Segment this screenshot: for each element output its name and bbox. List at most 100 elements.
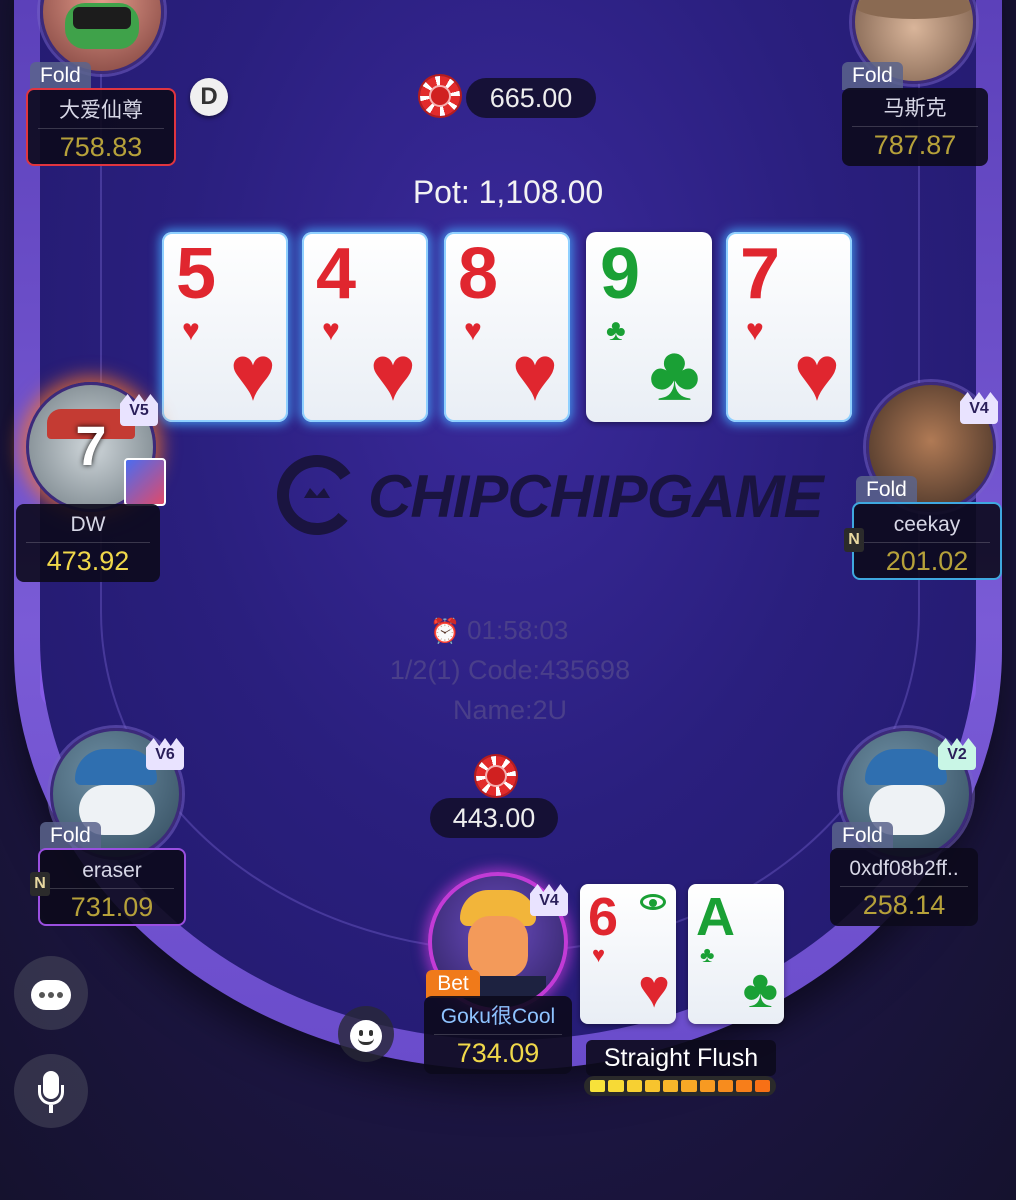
brand-watermark: CHIPCHIPGAME	[272, 450, 824, 540]
board-card-1: 5 ♥ ♥	[162, 232, 288, 422]
chat-button[interactable]	[14, 956, 88, 1030]
timer-text: 01:58:03	[467, 615, 569, 645]
card-rank: 8	[458, 234, 499, 314]
player-box-right[interactable]: ceekay 201.02	[852, 502, 1002, 580]
hand-strength-meter	[584, 1076, 776, 1096]
vip-level-badge: V2	[938, 738, 976, 770]
heart-icon: ♥	[229, 329, 276, 417]
vip-level-badge: V6	[146, 738, 184, 770]
table-name: Name:2U	[452, 695, 568, 725]
chat-icon	[31, 980, 71, 1011]
player-box-bottom-left[interactable]: eraser 731.09	[38, 848, 186, 926]
hero-card-2[interactable]: A ♣ ♣	[688, 884, 784, 1024]
vip-level-badge: V4	[960, 392, 998, 424]
brand-text: CHIPCHIPGAME	[368, 463, 824, 530]
player-box-top-left[interactable]: 大爱仙尊 758.83	[26, 88, 176, 166]
emoji-icon	[350, 1020, 382, 1053]
card-rank: 4	[316, 234, 357, 314]
player-box-hero[interactable]: Goku很Cool 734.09	[424, 996, 572, 1074]
hero-card-1[interactable]: 6 ♥ ♥	[580, 884, 676, 1024]
fold-tag-bottom-left: Fold	[40, 822, 101, 850]
top-bet-amount: 665.00	[466, 78, 596, 118]
card-rank: 9	[600, 234, 641, 314]
player-stack: 201.02	[885, 546, 969, 576]
heart-icon: ♥	[746, 314, 764, 347]
player-stack: 731.09	[70, 892, 154, 922]
heart-icon: ♥	[511, 329, 558, 417]
card-rank: 7	[740, 234, 781, 314]
player-stack: 758.83	[59, 132, 143, 162]
chip-icon	[476, 756, 516, 796]
card-rank: A	[696, 887, 735, 947]
dealer-button: D	[190, 78, 228, 116]
blue-cap-icon	[75, 749, 157, 785]
card-back-icon	[124, 458, 166, 506]
player-name: Goku很Cool	[440, 1005, 556, 1028]
player-name: eraser	[82, 859, 142, 882]
meter-segment	[754, 1080, 770, 1092]
meter-segment	[644, 1080, 661, 1092]
heart-icon: ♥	[793, 329, 840, 417]
face-icon	[468, 916, 528, 978]
hand-strength-label: Straight Flush	[586, 1040, 776, 1076]
table-timer: ⏰ 01:58:03	[430, 615, 610, 649]
meter-segment	[608, 1080, 624, 1092]
heart-icon: ♥	[592, 942, 606, 967]
meter-segment	[590, 1080, 606, 1092]
card-rank: 5	[176, 234, 217, 314]
bottom-bet-amount: 443.00	[430, 798, 558, 838]
board-card-3: 8 ♥ ♥	[444, 232, 570, 422]
heart-icon: ♥	[464, 314, 482, 347]
meter-segment	[699, 1080, 716, 1092]
meter-segment	[681, 1080, 697, 1092]
player-stack: 473.92	[46, 546, 130, 576]
table-code: 1/2(1) Code:435698	[389, 655, 631, 685]
fold-tag-right: Fold	[856, 476, 917, 504]
player-box-bottom-right[interactable]: 0xdf08b2ff.. 258.14	[830, 848, 978, 926]
meter-segment	[718, 1080, 734, 1092]
board-card-4: 9 ♣ ♣	[586, 232, 712, 422]
vip-level-badge: V5	[120, 394, 158, 426]
player-name: DW	[70, 513, 106, 536]
goggles-icon	[73, 7, 131, 29]
eye-icon	[640, 894, 666, 910]
meter-segment	[626, 1080, 642, 1092]
heart-icon: ♥	[369, 329, 416, 417]
player-box-left[interactable]: DW 473.92	[16, 504, 160, 582]
board-card-5: 7 ♥ ♥	[726, 232, 852, 422]
cowboy-hat-icon	[855, 0, 973, 19]
heart-icon: ♥	[637, 959, 670, 1019]
heart-icon: ♥	[322, 314, 340, 347]
microphone-icon	[36, 1071, 66, 1115]
n-badge: N	[30, 872, 50, 896]
club-icon: ♣	[700, 942, 715, 967]
emoji-button[interactable]	[338, 1006, 394, 1062]
heart-icon: ♥	[182, 314, 200, 347]
alarm-clock-icon: ⏰	[430, 618, 460, 645]
club-icon: ♣	[606, 314, 626, 347]
board-card-2: 4 ♥ ♥	[302, 232, 428, 422]
vip-level-badge: V4	[530, 884, 568, 916]
player-stack: 734.09	[456, 1038, 540, 1068]
meter-segment	[736, 1080, 752, 1092]
player-stack: 258.14	[862, 890, 946, 920]
fold-tag-top-left: Fold	[30, 62, 91, 90]
player-name: 0xdf08b2ff..	[849, 857, 959, 880]
fold-tag-bottom-right: Fold	[832, 822, 893, 850]
player-name: 马斯克	[883, 97, 947, 120]
player-box-top-right[interactable]: 马斯克 787.87	[842, 88, 988, 166]
card-rank: 6	[588, 887, 619, 947]
chip-icon	[420, 76, 460, 116]
player-stack: 787.87	[873, 130, 957, 160]
club-icon: ♣	[648, 329, 700, 417]
bet-tag: Bet	[426, 970, 480, 998]
microphone-button[interactable]	[14, 1054, 88, 1128]
blue-cap-icon	[865, 749, 947, 785]
brand-logo-icon	[277, 455, 357, 535]
meter-segment	[663, 1080, 679, 1092]
club-icon: ♣	[742, 959, 778, 1019]
n-badge: N	[844, 528, 864, 552]
player-name: 大爱仙尊	[59, 99, 143, 122]
player-name: ceekay	[893, 513, 961, 536]
pot-label: Pot: 1,108.00	[412, 174, 604, 210]
